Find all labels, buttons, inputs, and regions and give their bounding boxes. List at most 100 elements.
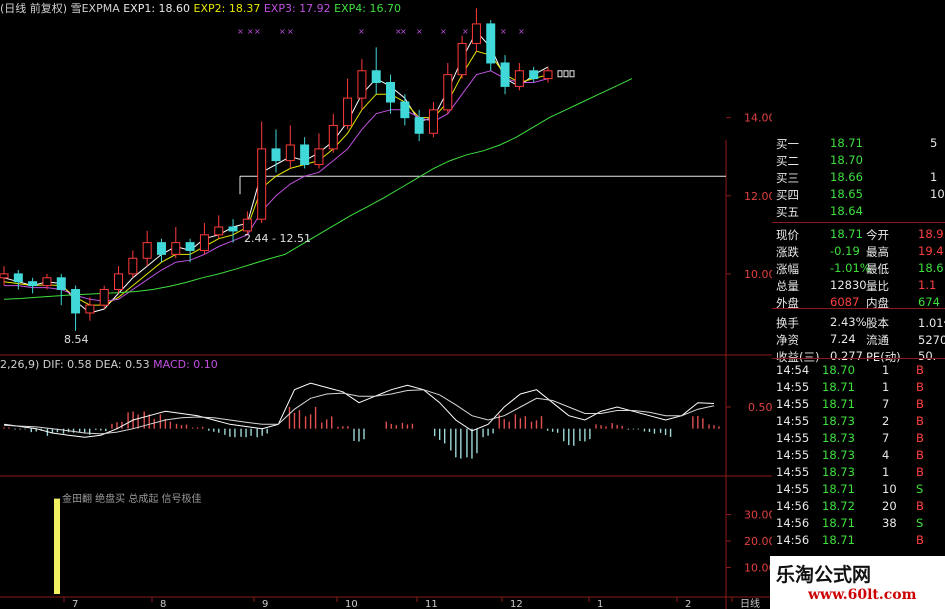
macd-value: MACD: 0.10 [153, 358, 218, 371]
quote-key: 量比 [866, 279, 889, 293]
quote-row: 总量 12830 量比 1.1 [772, 277, 945, 294]
quote-value: 18.71 [830, 227, 863, 241]
tick-row: 14:55 18.73 7 B [772, 430, 945, 447]
quote-row: 现价 18.71 今开 18.9 [772, 226, 945, 243]
tick-side: B [916, 499, 924, 513]
tick-volume: 1 [882, 465, 890, 479]
quote-value: 18.9 [918, 227, 944, 241]
exp2-value: EXP2: 18.37 [193, 2, 261, 15]
order-book-row: 买三 18.66 1 [772, 169, 945, 186]
candle-body [128, 257, 138, 275]
tick-row: 14:55 18.71 1 B [772, 379, 945, 396]
candle-body [0, 273, 9, 279]
volume-tick-label: 30.00 [744, 509, 772, 522]
order-price: 18.70 [830, 153, 863, 167]
tick-time: 14:55 [776, 397, 810, 411]
quote-key: 总量 [776, 279, 799, 293]
quote-key: 净资 [776, 333, 799, 347]
candle-body [371, 70, 381, 83]
date-tick-label: 1 [597, 599, 603, 609]
candle-body-stub [557, 70, 563, 78]
volume-tick-label: 20.00 [744, 535, 772, 548]
quote-row: 涨幅 -1.01% 最低 18.6 [772, 260, 945, 277]
tick-row: 14:56 18.71 38 S [772, 515, 945, 532]
signal-bar [54, 498, 60, 594]
macd-panel [3, 382, 720, 459]
candle-body [543, 70, 553, 80]
tick-time: 14:55 [776, 380, 810, 394]
tick-row: 14:56 18.71 B [772, 532, 945, 549]
quote-key: 现价 [776, 228, 799, 242]
order-level-label: 买四 [776, 188, 799, 202]
candle-body [471, 23, 481, 44]
tick-side: B [916, 414, 924, 428]
tick-side: B [916, 380, 924, 394]
panel-separator [772, 222, 945, 223]
high-annotation: 2.44 - 12.51 [244, 232, 311, 245]
watermark-banner: 乐淘公式网 www.60lt.com [770, 556, 945, 609]
panel-separator [772, 358, 945, 359]
date-tick-label: 8 [160, 599, 166, 609]
quote-value: 1.1 [918, 278, 937, 292]
candle-body [257, 148, 267, 220]
candle-body [386, 81, 396, 103]
tick-price: 18.71 [822, 380, 855, 394]
candle-body [142, 242, 152, 259]
tick-time: 14:54 [776, 363, 810, 377]
tick-side: B [916, 363, 924, 377]
price-tick-label: 10.00 [744, 268, 772, 281]
exp-line-3 [4, 70, 549, 302]
signal-marker: × [518, 27, 525, 36]
signal-marker: × [358, 27, 365, 36]
tick-time: 14:56 [776, 533, 810, 547]
tick-time: 14:56 [776, 516, 810, 530]
exp3-value: EXP3: 17.92 [263, 2, 331, 15]
tick-row: 14:55 18.71 10 S [772, 481, 945, 498]
quote-value: 18.6 [918, 261, 944, 275]
quote-key: 涨跌 [776, 245, 799, 259]
order-level-label: 买五 [776, 205, 799, 219]
tick-side: B [916, 397, 924, 411]
macd-header: 2,26,9) DIF: 0.58 DEA: 0.53 MACD: 0.10 [0, 358, 218, 371]
order-price: 18.64 [830, 204, 863, 218]
price-tick-label: 12.00 [744, 190, 772, 203]
quote-value: 5270万 [918, 333, 945, 347]
indicator-name[interactable]: 雪EXPMA [71, 2, 120, 15]
tick-volume: 4 [882, 448, 890, 462]
candle-body [300, 144, 310, 166]
tick-price: 18.71 [822, 516, 855, 530]
quote-key: 股本 [866, 316, 889, 330]
tick-price: 18.71 [822, 397, 855, 411]
candle-body [486, 23, 496, 64]
quote-value: -1.01% [830, 261, 871, 275]
candle-body [343, 97, 353, 126]
quote-key: 今开 [866, 228, 889, 242]
watermark-url[interactable]: www.60lt.com [808, 587, 916, 603]
order-level-label: 买二 [776, 154, 799, 168]
dea-line [3, 389, 715, 435]
quote-value: 674 [918, 295, 940, 309]
candle-body [214, 226, 224, 236]
tick-price: 18.73 [822, 431, 855, 445]
candle-body [56, 277, 66, 291]
candle-body [500, 62, 510, 87]
tick-side: B [916, 533, 924, 547]
quote-value: 12830 [830, 278, 867, 292]
tick-volume: 20 [882, 499, 897, 513]
candle-body [85, 304, 95, 314]
tick-volume: 10 [882, 482, 897, 496]
tick-row: 14:54 18.70 1 B [772, 362, 945, 379]
exp-line-2 [3, 50, 549, 306]
tick-volume: 1 [882, 363, 890, 377]
candle-body [228, 226, 238, 232]
tick-time: 14:55 [776, 465, 810, 479]
date-tick-label: 7 [72, 599, 78, 609]
macd-params: 2,26,9) [0, 358, 40, 371]
quote-value: 50. [918, 349, 937, 363]
date-tick-label: 日线 [740, 597, 760, 609]
volume-panel [54, 498, 60, 594]
order-book-row: 买二 18.70 [772, 152, 945, 169]
exp-line-4 [3, 78, 633, 300]
watermark-title: 乐淘公式网 [776, 564, 872, 586]
quote-value: -0.19 [830, 244, 860, 258]
